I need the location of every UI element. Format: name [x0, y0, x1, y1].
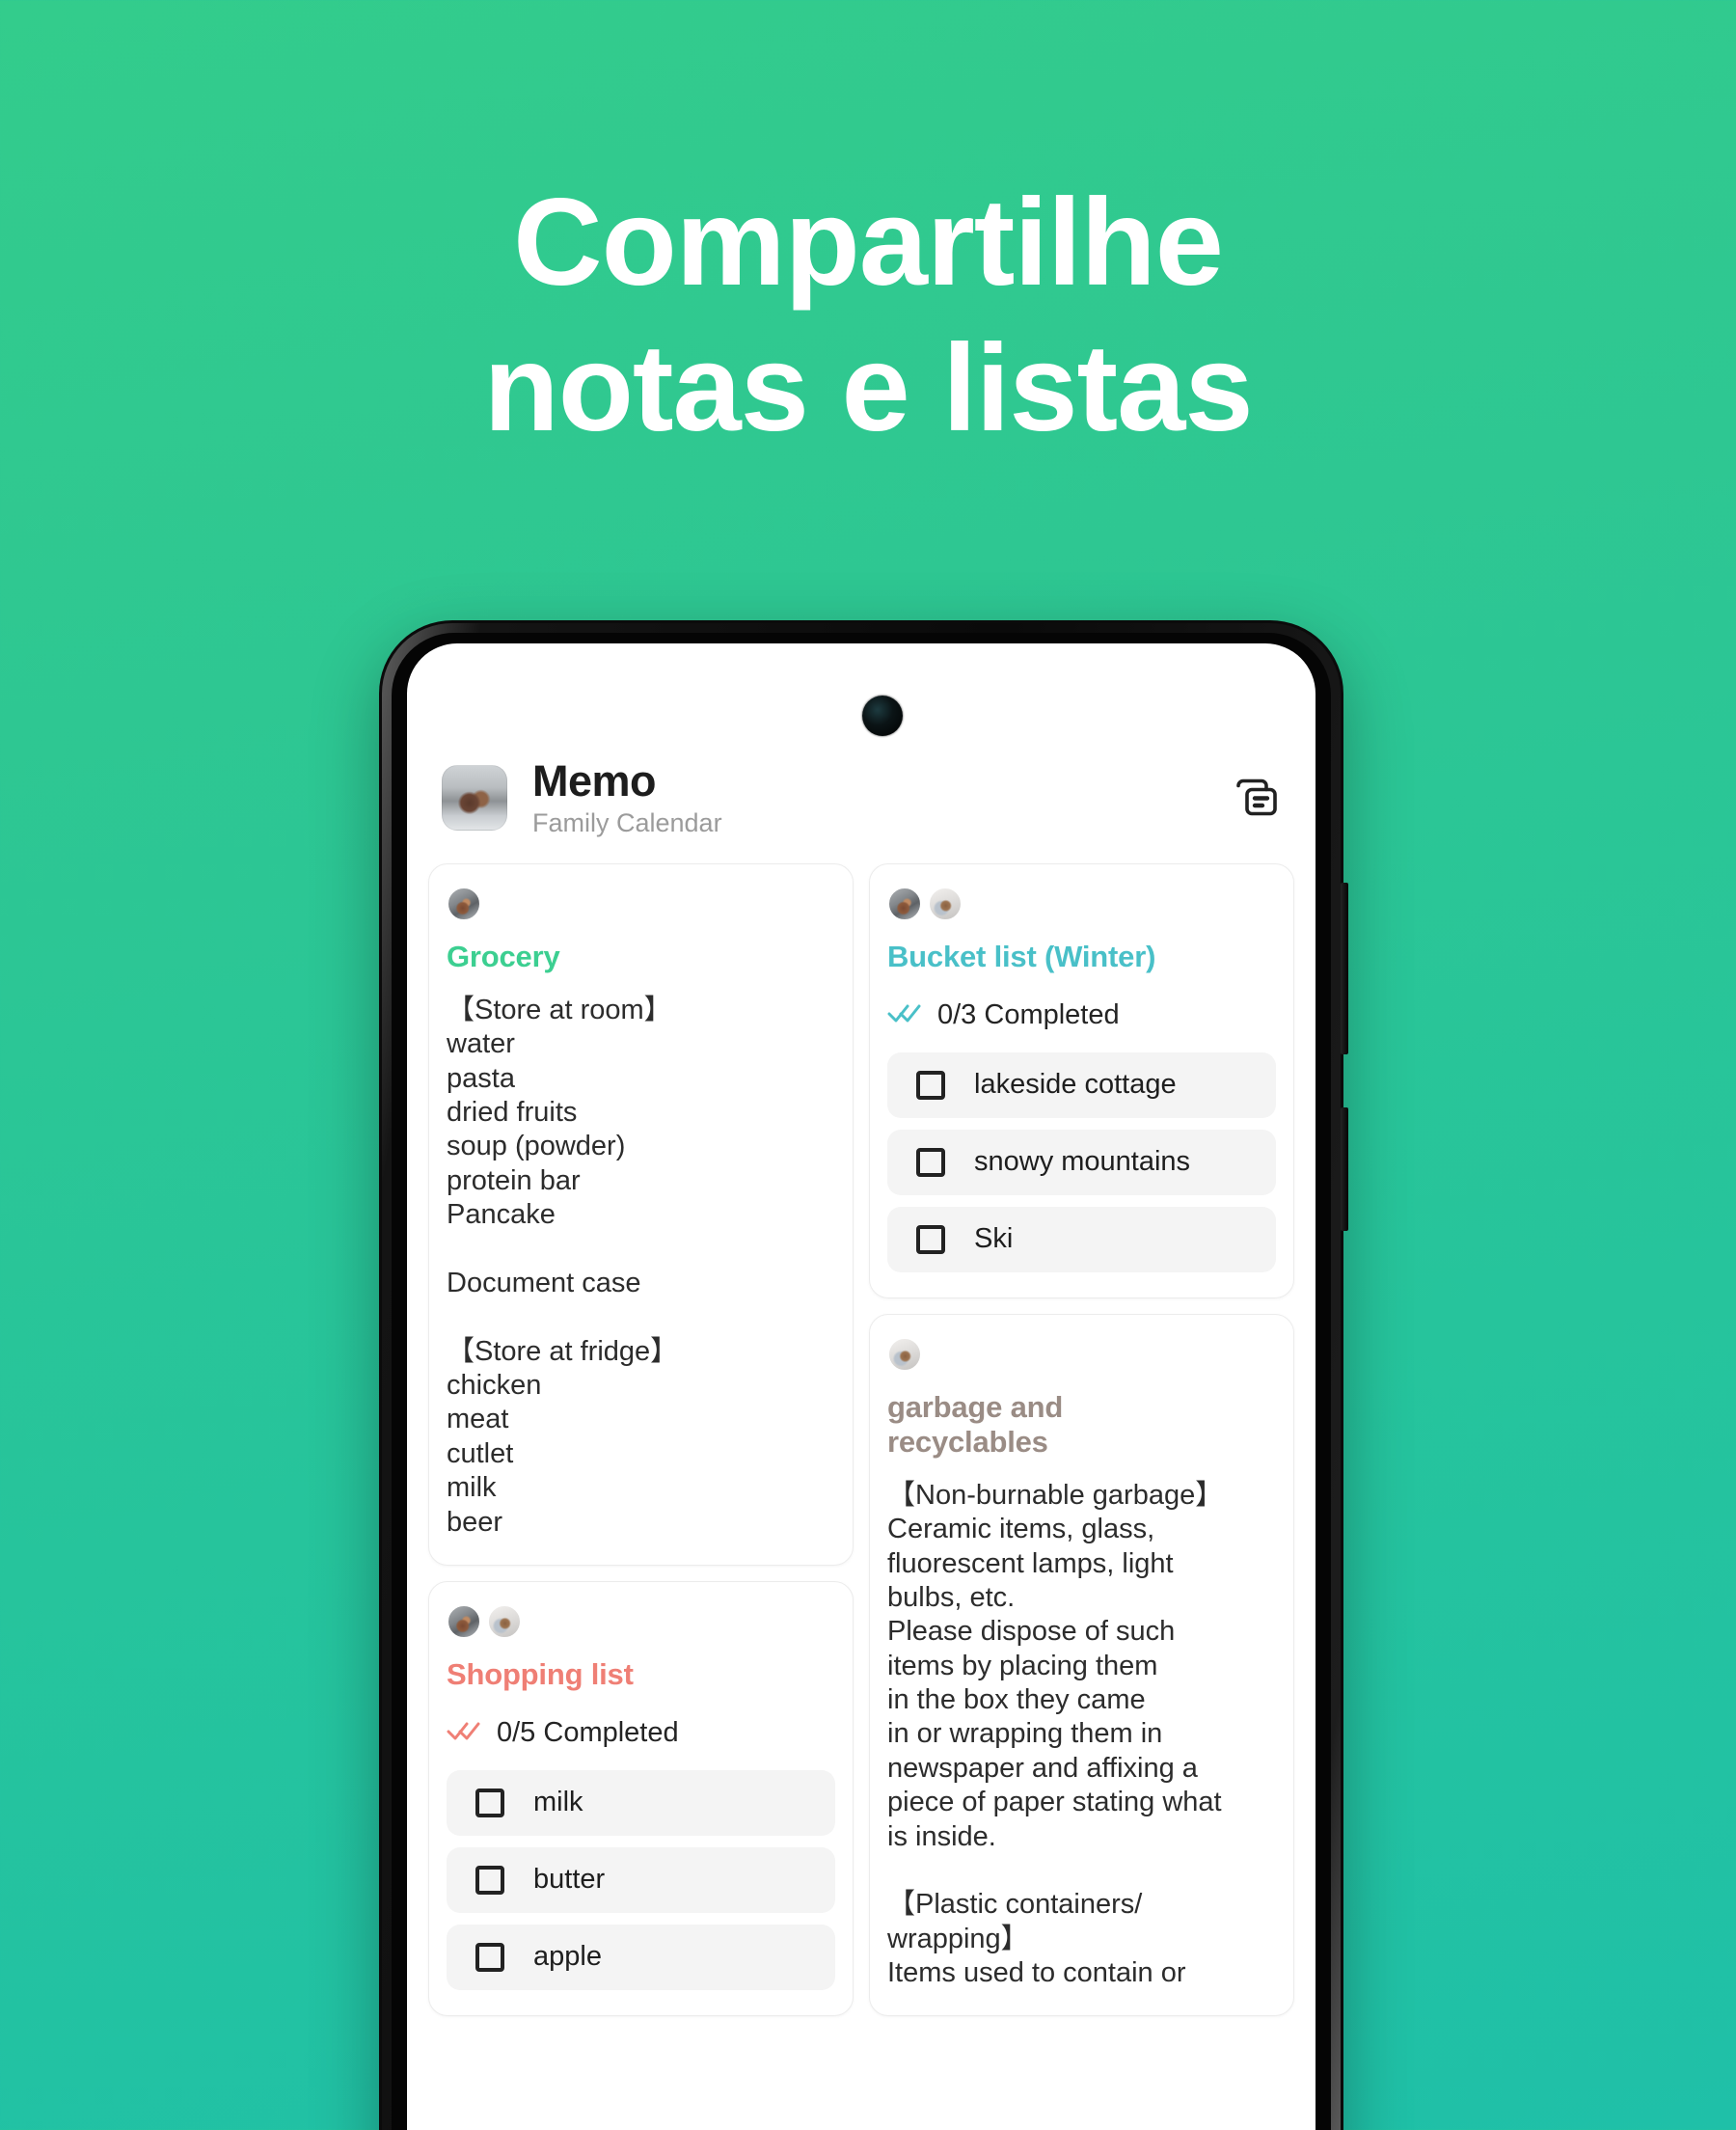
front-camera-icon: [862, 696, 903, 736]
checklist-items: lakeside cottage snowy mountains Ski: [887, 1051, 1276, 1272]
status-badge: 0/5 Completed: [497, 1716, 679, 1748]
double-check-icon: [887, 1001, 922, 1029]
avatar-group: [447, 886, 835, 922]
list-item-label: Ski: [974, 1223, 1014, 1255]
list-item[interactable]: milk: [447, 1769, 835, 1836]
checklist-items: milk butter apple: [447, 1769, 835, 1990]
list-item[interactable]: Ski: [887, 1206, 1276, 1272]
board-column-right: Bucket list (Winter) 0/3 Completed lakes…: [869, 863, 1294, 2130]
avatar-group: [887, 886, 1276, 922]
power-button[interactable]: [1341, 883, 1348, 1054]
card-title: Shopping list: [447, 1656, 634, 1691]
page-subtitle: Family Calendar: [532, 807, 722, 837]
page-title: Memo: [532, 755, 657, 806]
checkbox[interactable]: [475, 1788, 504, 1817]
phone-mockup: Memo Family Calendar Grocery 【Store at r…: [379, 620, 1348, 2130]
list-item[interactable]: butter: [447, 1846, 835, 1913]
board-column-left: Grocery 【Store at room】 water pasta drie…: [428, 863, 854, 2130]
notes-board: Grocery 【Store at room】 water pasta drie…: [407, 863, 1316, 2130]
checklist-card-bucket-list[interactable]: Bucket list (Winter) 0/3 Completed lakes…: [869, 863, 1294, 1298]
card-title: Grocery: [447, 940, 560, 973]
phone-screen: Memo Family Calendar Grocery 【Store at r…: [407, 643, 1316, 2130]
status-badge: 0/3 Completed: [937, 998, 1120, 1030]
card-title: garbage and recyclables: [887, 1389, 1064, 1459]
note-body: 【Store at room】 water pasta dried fruits…: [447, 994, 679, 1538]
volume-button[interactable]: [1341, 1107, 1348, 1231]
note-card-grocery[interactable]: Grocery 【Store at room】 water pasta drie…: [428, 863, 854, 1566]
checkbox[interactable]: [475, 1942, 504, 1972]
avatar: [447, 1603, 481, 1639]
notes-stack-icon[interactable]: [1233, 774, 1281, 822]
avatar-group: [447, 1603, 835, 1640]
list-item[interactable]: lakeside cottage: [887, 1051, 1276, 1118]
card-title: Bucket list (Winter): [887, 940, 1156, 973]
list-item-label: butter: [533, 1864, 606, 1896]
avatar-group: [887, 1336, 1276, 1373]
completed-status: 0/3 Completed: [887, 999, 1276, 1031]
list-item-label: apple: [533, 1941, 602, 1973]
checklist-card-shopping-list[interactable]: Shopping list 0/5 Completed milk butter …: [428, 1580, 854, 2016]
list-item-label: snowy mountains: [974, 1146, 1191, 1178]
avatar[interactable]: [442, 765, 507, 831]
checkbox[interactable]: [916, 1070, 945, 1100]
checkbox[interactable]: [475, 1865, 504, 1895]
checkbox[interactable]: [916, 1224, 945, 1254]
avatar: [887, 1336, 922, 1372]
note-body: 【Non-burnable garbage】 Ceramic items, gl…: [887, 1479, 1224, 1989]
avatar: [487, 1603, 522, 1639]
avatar: [447, 887, 481, 921]
list-item[interactable]: apple: [447, 1924, 835, 1990]
list-item[interactable]: snowy mountains: [887, 1129, 1276, 1195]
completed-status: 0/5 Completed: [447, 1717, 835, 1749]
promo-headline: Compartilhe notas e listas: [483, 174, 1254, 458]
header-title-block: Memo Family Calendar: [532, 755, 1233, 838]
checkbox[interactable]: [916, 1147, 945, 1177]
note-card-garbage-and-recyclables[interactable]: garbage and recyclables 【Non-burnable ga…: [869, 1313, 1294, 2017]
avatar: [887, 887, 922, 921]
app-header: Memo Family Calendar: [407, 745, 1316, 851]
list-item-label: lakeside cottage: [974, 1069, 1177, 1101]
double-check-icon: [447, 1719, 481, 1747]
avatar: [928, 887, 963, 921]
list-item-label: milk: [533, 1787, 583, 1818]
